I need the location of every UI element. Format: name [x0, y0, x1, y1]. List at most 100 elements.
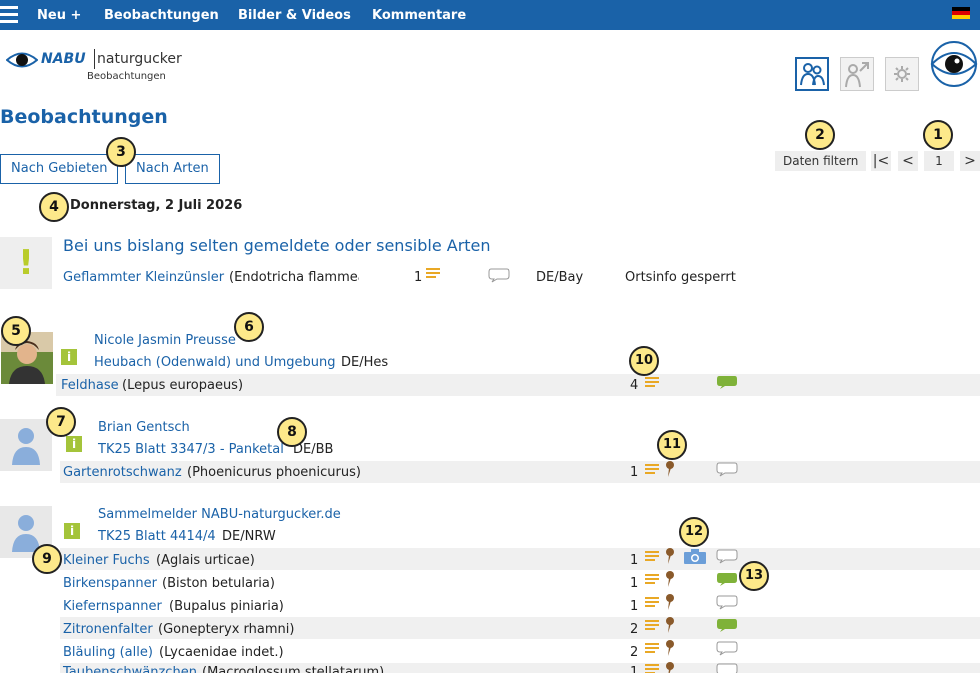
map-pin-icon[interactable] — [665, 548, 675, 564]
info-icon[interactable]: i — [66, 436, 82, 452]
list-details-icon[interactable] — [645, 377, 659, 389]
observation-place[interactable]: TK25 Blatt 4414/4 — [98, 529, 216, 544]
species-name[interactable]: Zitronenfalter — [63, 622, 153, 637]
comment-icon[interactable] — [716, 640, 738, 656]
by-species-button[interactable]: Nach Arten — [125, 154, 220, 184]
logo-subtitle: Beobachtungen — [87, 71, 166, 82]
german-flag-icon[interactable] — [952, 7, 970, 19]
species-latin: (Bupalus piniaria) — [169, 599, 284, 614]
observation-place[interactable]: Heubach (Odenwald) und Umgebung — [94, 355, 335, 370]
nav-comments[interactable]: Kommentare — [372, 8, 466, 23]
callout-badge-7: 7 — [46, 407, 76, 437]
default-user-icon — [12, 428, 40, 465]
avatar[interactable] — [0, 419, 52, 471]
logo-brand: NABU — [41, 51, 86, 67]
species-name[interactable]: Taubenschwänzchen — [63, 665, 197, 673]
date-heading: Donnerstag, 2 Juli 2026 — [70, 198, 243, 213]
nav-observations[interactable]: Beobachtungen — [104, 8, 219, 23]
species-name[interactable]: Bläuling (alle) — [63, 645, 153, 660]
top-nav-bar: Neu + Beobachtungen Bilder & Videos Komm… — [0, 0, 980, 30]
prev-page-button[interactable]: < — [898, 151, 918, 171]
user-arrow-icon — [845, 62, 869, 88]
logo-separator — [94, 49, 95, 69]
comment-icon[interactable] — [716, 662, 738, 673]
species-latin: (Lycaenidae indet.) — [159, 645, 284, 660]
map-pin-icon[interactable] — [665, 461, 675, 477]
settings-button[interactable] — [885, 57, 919, 91]
callout-badge-8: 8 — [277, 417, 307, 447]
comment-icon[interactable] — [716, 461, 738, 477]
comment-icon[interactable] — [716, 548, 738, 564]
species-latin: (Aglais urticae) — [156, 553, 255, 568]
comment-active-icon[interactable] — [716, 571, 738, 587]
comment-icon[interactable] — [488, 267, 510, 283]
map-pin-icon[interactable] — [665, 662, 675, 673]
species-name[interactable]: Gartenrotschwanz — [63, 465, 182, 480]
map-pin-icon[interactable] — [665, 571, 675, 587]
rare-species-title: Bei uns bislang selten gemeldete oder se… — [63, 236, 491, 255]
observation-count: 1 — [630, 665, 639, 673]
list-details-icon[interactable] — [645, 551, 659, 563]
nav-media[interactable]: Bilder & Videos — [238, 8, 351, 23]
callout-badge-1: 1 — [923, 120, 953, 150]
users-icon — [800, 63, 825, 86]
map-pin-icon[interactable] — [665, 640, 675, 656]
list-details-icon[interactable] — [426, 268, 440, 280]
observer-name[interactable]: Sammelmelder NABU-naturgucker.de — [98, 507, 341, 522]
rare-region: DE/Bay — [536, 270, 584, 285]
logo-name: naturgucker — [97, 51, 182, 67]
profile-link-button[interactable] — [840, 57, 874, 91]
filter-data-button[interactable]: Daten filtern — [775, 151, 867, 171]
nav-new[interactable]: Neu + — [37, 8, 81, 23]
comment-icon[interactable] — [716, 594, 738, 610]
map-pin-icon[interactable] — [665, 594, 675, 610]
species-latin: (Phoenicurus phoenicurus) — [187, 465, 361, 480]
exclamation-icon: ! — [18, 243, 34, 283]
observation-place[interactable]: TK25 Blatt 3347/3 - Panketal — [98, 442, 284, 457]
rare-location: Ortsinfo gesperrt — [625, 270, 736, 285]
by-areas-button[interactable]: Nach Gebieten — [0, 154, 119, 184]
first-page-button[interactable]: |< — [871, 151, 891, 171]
community-button[interactable] — [795, 57, 829, 91]
observation-count: 1 — [630, 553, 639, 568]
callout-badge-9: 9 — [32, 544, 62, 574]
list-details-icon[interactable] — [645, 643, 659, 655]
species-name[interactable]: Birkenspanner — [63, 576, 157, 591]
place-region: DE/Hes — [341, 355, 389, 370]
species-name[interactable]: Feldhase — [61, 378, 119, 393]
info-icon[interactable]: i — [64, 523, 80, 539]
list-details-icon[interactable] — [645, 464, 659, 476]
rare-species-name[interactable]: Geflammter Kleinzünsler — [63, 270, 224, 285]
callout-badge-4: 4 — [39, 192, 69, 222]
comment-active-icon[interactable] — [716, 374, 738, 390]
list-details-icon[interactable] — [645, 620, 659, 632]
species-name[interactable]: Kleiner Fuchs — [63, 553, 150, 568]
camera-icon[interactable] — [684, 549, 706, 565]
naturgucker-eye-icon[interactable] — [928, 40, 980, 92]
list-details-icon[interactable] — [645, 597, 659, 609]
site-logo[interactable]: NABU naturgucker Beobachtungen — [6, 45, 182, 87]
observation-count: 1 — [630, 599, 639, 614]
map-pin-icon[interactable] — [665, 617, 675, 633]
info-icon[interactable]: i — [61, 349, 77, 365]
list-details-icon[interactable] — [645, 574, 659, 586]
callout-badge-6: 6 — [234, 312, 264, 342]
eye-logo-icon — [6, 52, 38, 68]
current-page[interactable]: 1 — [924, 151, 954, 171]
callout-badge-5: 5 — [1, 316, 31, 346]
menu-icon[interactable] — [0, 6, 18, 24]
observer-name[interactable]: Nicole Jasmin Preusse — [94, 333, 236, 348]
observation-count: 2 — [630, 645, 639, 660]
species-latin: (Gonepteryx rhamni) — [158, 622, 295, 637]
list-details-icon[interactable] — [645, 664, 659, 673]
observation-count: 4 — [630, 378, 639, 393]
place-region: DE/NRW — [222, 529, 276, 544]
callout-badge-3: 3 — [106, 137, 136, 167]
species-latin: (Biston betularia) — [162, 576, 275, 591]
species-latin: (Lepus europaeus) — [122, 378, 244, 393]
comment-active-icon[interactable] — [716, 617, 738, 633]
next-page-button[interactable]: > — [960, 151, 980, 171]
observer-name[interactable]: Brian Gentsch — [98, 420, 190, 435]
species-name[interactable]: Kiefernspanner — [63, 599, 162, 614]
observation-count: 1 — [630, 465, 639, 480]
